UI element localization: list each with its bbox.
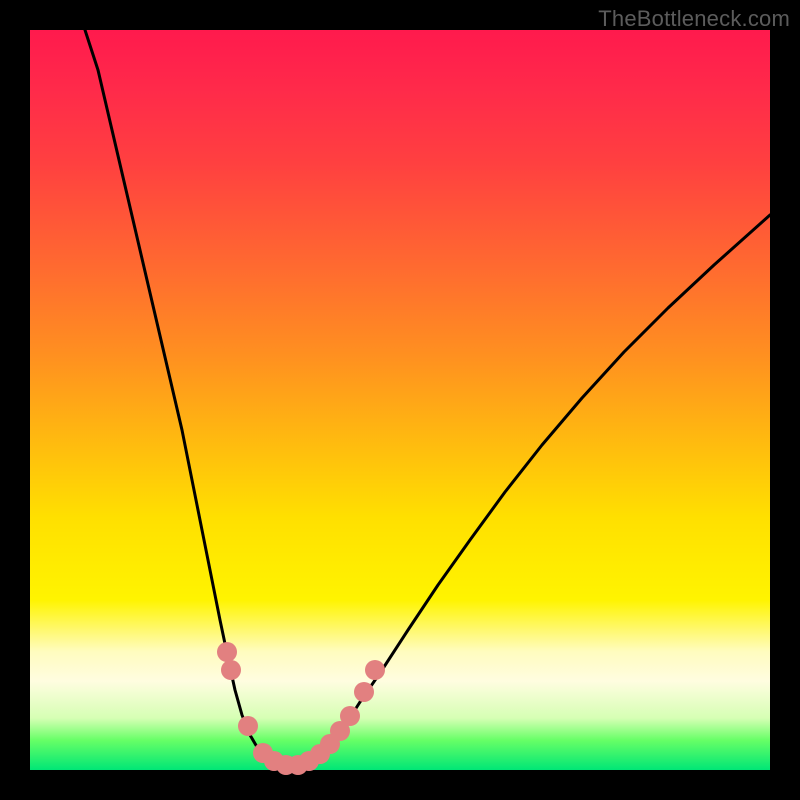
plot-area bbox=[30, 30, 770, 770]
highlight-dot bbox=[365, 660, 385, 680]
highlight-dot bbox=[354, 682, 374, 702]
highlight-dot bbox=[340, 706, 360, 726]
highlight-dot bbox=[221, 660, 241, 680]
highlight-dot bbox=[217, 642, 237, 662]
watermark-label: TheBottleneck.com bbox=[598, 6, 790, 32]
highlight-dot bbox=[238, 716, 258, 736]
highlight-dots bbox=[30, 30, 770, 770]
chart-frame: TheBottleneck.com bbox=[0, 0, 800, 800]
